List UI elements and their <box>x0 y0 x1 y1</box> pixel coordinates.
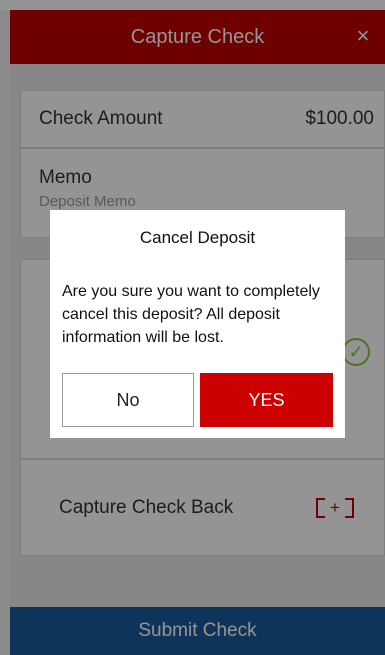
dialog-message: Are you sure you want to completely canc… <box>62 283 320 346</box>
cancel-deposit-dialog: Cancel Deposit Are you sure you want to … <box>50 210 345 438</box>
capture-check-screen: Capture Check × Check Amount $100.00 Mem… <box>0 0 385 655</box>
dialog-title: Cancel Deposit <box>139 228 256 247</box>
yes-button[interactable]: YES <box>200 373 333 427</box>
no-button[interactable]: No <box>62 373 194 427</box>
